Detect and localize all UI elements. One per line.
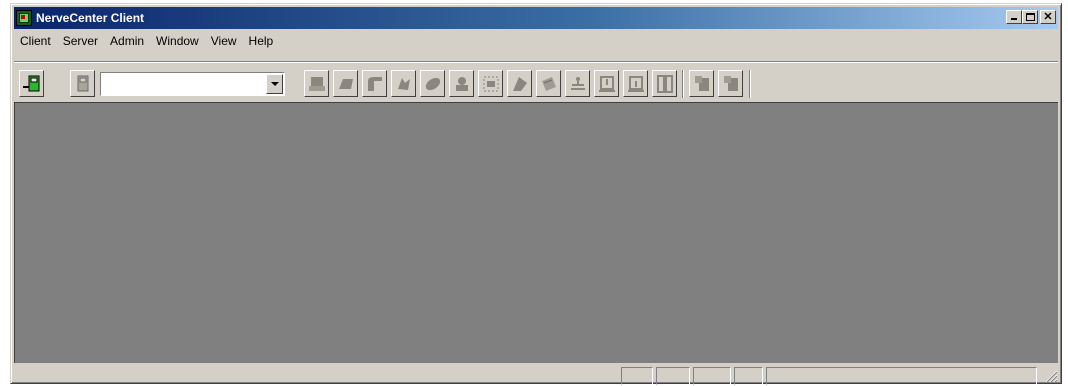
monitor-button[interactable]: [391, 70, 416, 97]
about-icon: [695, 76, 709, 91]
mdi-client-area[interactable]: [14, 102, 1058, 363]
connect-button[interactable]: [19, 70, 44, 97]
caption-buttons: ✕: [1006, 10, 1056, 24]
mask-icon: [456, 77, 468, 91]
disconnect-server-icon: [77, 75, 89, 92]
toolbar-separator: [749, 70, 751, 98]
alarm-icon: [339, 79, 353, 89]
poll-button[interactable]: [420, 70, 445, 97]
monitor-icon: [398, 78, 410, 90]
menu-client[interactable]: Client: [14, 34, 57, 48]
property-group-button[interactable]: [362, 70, 387, 97]
menu-help[interactable]: Help: [243, 34, 280, 48]
app-window: NerveCenter Client ✕ Client Server Admin…: [10, 3, 1062, 385]
close-icon: ✕: [1043, 11, 1053, 23]
server-combo[interactable]: [100, 72, 285, 96]
minimize-button[interactable]: [1006, 10, 1022, 24]
resize-grip-icon[interactable]: [1044, 369, 1058, 383]
notes-button[interactable]: [718, 70, 743, 97]
maximize-icon: [1026, 13, 1035, 21]
connect-server-icon: [23, 75, 40, 92]
behavior-model-button[interactable]: [478, 70, 503, 97]
mask-button[interactable]: [449, 70, 474, 97]
export-button[interactable]: [594, 70, 619, 97]
window-title: NerveCenter Client: [36, 11, 145, 25]
menu-server[interactable]: Server: [57, 34, 104, 48]
status-pane: [621, 367, 653, 385]
status-pane: [693, 367, 731, 385]
close-button[interactable]: ✕: [1040, 10, 1056, 24]
about-button[interactable]: [689, 70, 714, 97]
status-pane: [656, 367, 690, 385]
toolbar: [14, 61, 1058, 98]
node-list-icon: [309, 77, 325, 91]
disconnect-button[interactable]: [70, 70, 95, 97]
action-router-button[interactable]: [536, 70, 561, 97]
poll-icon: [425, 77, 441, 91]
behavior-model-icon: [483, 76, 499, 92]
help-topics-button[interactable]: [652, 70, 677, 97]
severity-button[interactable]: [507, 70, 532, 97]
menu-bar: Client Server Admin Window View Help: [14, 31, 1058, 51]
help-topics-icon: [657, 75, 673, 93]
status-bar: [14, 365, 1058, 385]
severity-icon: [513, 77, 527, 91]
maximize-button[interactable]: [1022, 10, 1038, 24]
import-button[interactable]: [565, 70, 590, 97]
alarm-button[interactable]: [333, 70, 358, 97]
node-list-button[interactable]: [304, 70, 329, 97]
notes-icon: [724, 76, 738, 91]
report-icon: [628, 76, 644, 92]
status-pane: [766, 367, 1037, 385]
export-icon: [599, 76, 615, 92]
property-group-icon: [368, 77, 382, 91]
menu-window[interactable]: Window: [150, 34, 205, 48]
app-icon[interactable]: [16, 10, 32, 26]
chevron-down-icon[interactable]: [266, 74, 283, 94]
toolbar-separator: [682, 70, 684, 98]
title-bar[interactable]: NerveCenter Client ✕: [14, 7, 1058, 29]
minimize-icon: [1011, 18, 1017, 20]
status-pane: [734, 367, 763, 385]
action-router-icon: [542, 77, 556, 91]
import-icon: [571, 77, 585, 90]
menu-view[interactable]: View: [205, 34, 243, 48]
report-button[interactable]: [623, 70, 648, 97]
menu-admin[interactable]: Admin: [104, 34, 150, 48]
